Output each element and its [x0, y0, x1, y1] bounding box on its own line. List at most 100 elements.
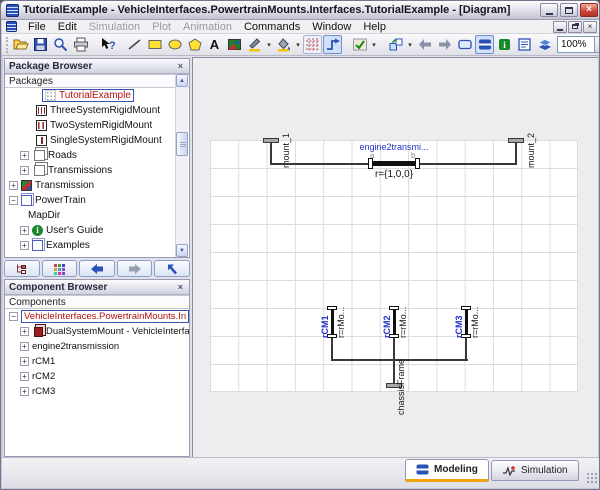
component-item-engine2transmission[interactable]: + engine2transmission [5, 339, 189, 354]
package-item-transmissions[interactable]: + Transmissions [5, 163, 176, 178]
modelica-text-view-button[interactable] [515, 35, 534, 54]
expand-icon[interactable]: + [20, 342, 29, 351]
mdi-restore-button[interactable] [568, 21, 582, 33]
connection-line[interactable] [515, 143, 517, 165]
tab-modeling[interactable]: Modeling [405, 459, 489, 482]
rcm1-component[interactable] [331, 309, 334, 336]
icons-view-button[interactable] [42, 260, 78, 277]
expand-icon[interactable]: + [20, 241, 29, 250]
tree-view-button[interactable] [4, 260, 40, 277]
go-to-parent-button[interactable] [154, 260, 190, 277]
package-item-examples[interactable]: + Examples [5, 238, 176, 253]
expand-icon[interactable]: + [20, 357, 29, 366]
forward-button[interactable] [435, 35, 454, 54]
connection-line[interactable] [465, 338, 467, 361]
line-color-button[interactable] [245, 35, 264, 54]
expand-icon[interactable]: + [20, 166, 29, 175]
minimize-button[interactable] [540, 3, 558, 17]
rcm3-component[interactable] [465, 309, 468, 336]
connection-line[interactable] [393, 338, 395, 361]
menu-file[interactable]: File [22, 21, 52, 33]
diagram-canvas[interactable]: mount_1 mount_2 engine2transmi... a b r=… [192, 57, 598, 457]
component-item-rcm3[interactable]: + rCM3 [5, 384, 189, 399]
components-header[interactable]: Components [5, 295, 189, 309]
bitmap-tool-button[interactable] [225, 35, 244, 54]
rectangle-tool-button[interactable] [145, 35, 164, 54]
back-button[interactable] [79, 260, 115, 277]
zoom-level-combo[interactable]: 100% ▾ [557, 36, 600, 53]
packages-header[interactable]: Packages [5, 74, 189, 88]
connection-line[interactable] [270, 143, 272, 165]
resize-grip[interactable] [586, 472, 597, 483]
documentation-view-button[interactable]: i [495, 35, 514, 54]
connection-line[interactable] [331, 338, 333, 361]
component-item-rcm2[interactable]: + rCM2 [5, 369, 189, 384]
mdi-close-button[interactable]: × [583, 21, 597, 33]
print-button[interactable] [71, 35, 90, 54]
open-button[interactable] [11, 35, 30, 54]
frame-b-connector[interactable] [415, 158, 420, 169]
polygon-tool-button[interactable] [185, 35, 204, 54]
package-tree-scrollbar[interactable]: ▲ ▼ [175, 74, 188, 257]
check-model-dropdown[interactable]: ▾ [370, 35, 378, 54]
engine2transmission-component[interactable] [373, 161, 415, 166]
connect-mode-button[interactable] [323, 35, 342, 54]
context-help-button[interactable]: ? [98, 35, 117, 54]
component-browser-titlebar[interactable]: Component Browser × [5, 280, 189, 295]
maximize-button[interactable] [560, 3, 578, 17]
menu-window[interactable]: Window [306, 21, 357, 33]
collapse-icon[interactable]: − [9, 196, 18, 205]
collapse-icon[interactable]: − [9, 312, 18, 321]
forward-button[interactable] [117, 260, 153, 277]
menu-commands[interactable]: Commands [238, 21, 306, 33]
expand-icon[interactable]: + [20, 327, 29, 336]
package-item-threesystemrigidmount[interactable]: ThreeSystemRigidMount [5, 103, 176, 118]
toolbar-grip[interactable] [6, 37, 8, 53]
fill-color-dropdown[interactable]: ▾ [294, 35, 302, 54]
package-item-powertrain[interactable]: − PowerTrain [5, 193, 176, 208]
scroll-down-button[interactable]: ▼ [176, 244, 188, 257]
close-button[interactable]: × [580, 3, 598, 17]
package-item-twosystemrigidmount[interactable]: TwoSystemRigidMount [5, 118, 176, 133]
check-model-button[interactable] [350, 35, 369, 54]
rcm2-component[interactable] [393, 309, 396, 336]
diagram-view-button[interactable] [475, 35, 494, 54]
component-item-rcm1[interactable]: + rCM1 [5, 354, 189, 369]
instantiate-dropdown[interactable]: ▾ [406, 35, 414, 54]
zoom-combo-dropdown[interactable]: ▾ [594, 37, 600, 52]
variables-view-button[interactable] [535, 35, 554, 54]
package-item-singlesystemrigidmount[interactable]: SingleSystemRigidMount [5, 133, 176, 148]
scroll-up-button[interactable]: ▲ [176, 74, 188, 87]
ellipse-tool-button[interactable] [165, 35, 184, 54]
scrollbar-thumb[interactable] [176, 132, 188, 156]
expand-icon[interactable]: + [20, 151, 29, 160]
zoom-button[interactable] [51, 35, 70, 54]
save-button[interactable] [31, 35, 50, 54]
tab-simulation[interactable]: Simulation [491, 460, 579, 481]
component-item-root[interactable]: − VehicleInterfaces.PowertrainMounts.Int… [5, 309, 189, 324]
package-item-roads[interactable]: + Roads [5, 148, 176, 163]
expand-icon[interactable]: + [9, 181, 18, 190]
panel-close-icon[interactable]: × [176, 282, 185, 292]
fill-color-button[interactable] [274, 35, 293, 54]
package-item-tutorialexample[interactable]: TutorialExample [5, 88, 176, 103]
instantiate-button[interactable] [386, 35, 405, 54]
package-item-mapdir[interactable]: MapDir [5, 208, 176, 223]
menu-help[interactable]: Help [357, 21, 392, 33]
package-browser-titlebar[interactable]: Package Browser × [5, 59, 189, 74]
component-item-dualsystemmount[interactable]: + DualSystemMount - VehicleInterfaces... [5, 324, 189, 339]
frame-a-connector[interactable] [368, 158, 373, 169]
text-tool-button[interactable]: A [205, 35, 224, 54]
mdi-minimize-button[interactable] [553, 21, 567, 33]
back-button[interactable] [415, 35, 434, 54]
line-color-dropdown[interactable]: ▾ [265, 35, 273, 54]
package-item-users-guide[interactable]: + iUser's Guide [5, 223, 176, 238]
line-tool-button[interactable] [125, 35, 144, 54]
panel-close-icon[interactable]: × [176, 61, 185, 71]
grid-toggle-button[interactable] [303, 35, 322, 54]
expand-icon[interactable]: + [20, 226, 29, 235]
package-item-transmission[interactable]: + Transmission [5, 178, 176, 193]
title-bar[interactable]: TutorialExample - VehicleInterfaces.Powe… [1, 1, 600, 20]
expand-icon[interactable]: + [20, 372, 29, 381]
expand-icon[interactable]: + [20, 387, 29, 396]
